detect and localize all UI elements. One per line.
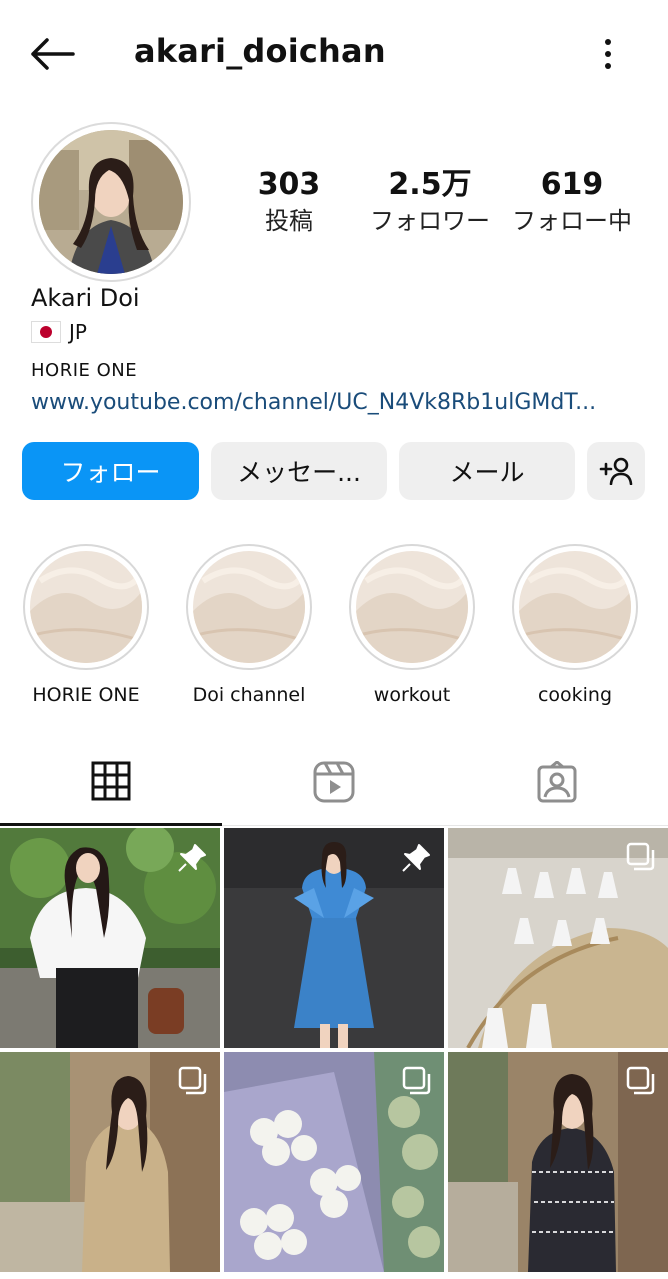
- highlight-label: Doi channel: [192, 684, 306, 706]
- post-thumbnail[interactable]: [224, 828, 444, 1048]
- stat-followers[interactable]: 2.5万 フォロワー: [365, 166, 495, 238]
- highlight-workout[interactable]: workout: [347, 544, 477, 706]
- more-vertical-icon: [605, 39, 611, 69]
- bio-link[interactable]: www.youtube.com/channel/UC_N4Vk8Rb1ulGMd…: [31, 390, 641, 415]
- follow-button[interactable]: フォロー: [22, 442, 199, 500]
- posts-label: 投稿: [265, 207, 313, 235]
- highlight-horie-one[interactable]: HORIE ONE: [21, 544, 151, 706]
- following-count: 619: [540, 167, 604, 202]
- highlight-cover: [512, 544, 638, 670]
- post-thumbnail[interactable]: [448, 828, 668, 1048]
- followers-count: 2.5万: [388, 167, 472, 202]
- post-thumbnail[interactable]: [0, 1052, 220, 1272]
- highlight-label: workout: [373, 684, 451, 706]
- highlight-cooking[interactable]: cooking: [510, 544, 640, 706]
- country-row: JP: [31, 320, 87, 344]
- grid-icon: [91, 761, 131, 800]
- display-name: Akari Doi: [31, 284, 140, 312]
- highlight-doi-channel[interactable]: Doi channel: [184, 544, 314, 706]
- profile-avatar[interactable]: [31, 122, 191, 282]
- tab-reels[interactable]: [223, 738, 445, 826]
- reels-icon: [313, 761, 355, 803]
- top-bar: akari_doichan: [0, 0, 668, 108]
- stat-posts[interactable]: 303 投稿: [239, 166, 339, 238]
- japan-flag-icon: [31, 321, 61, 343]
- country-code: JP: [69, 320, 87, 344]
- highlight-cover: [23, 544, 149, 670]
- followers-label: フォロワー: [370, 207, 490, 235]
- bio-category: HORIE ONE: [31, 360, 138, 381]
- mail-button[interactable]: メール: [399, 442, 575, 500]
- add-user-icon: [599, 457, 633, 485]
- back-button[interactable]: [26, 30, 78, 78]
- post-thumbnail[interactable]: [0, 828, 220, 1048]
- more-options-button[interactable]: [590, 34, 626, 74]
- following-label: フォロー中: [512, 207, 632, 235]
- profile-username: akari_doichan: [134, 32, 386, 70]
- profile-tabs: [0, 738, 668, 826]
- pin-icon: [178, 844, 206, 872]
- carousel-icon: [402, 1066, 431, 1095]
- stat-following[interactable]: 619 フォロー中: [507, 166, 637, 238]
- carousel-icon: [626, 1066, 655, 1095]
- post-thumbnail[interactable]: [448, 1052, 668, 1272]
- highlight-label: cooking: [537, 684, 613, 706]
- avatar-image: [39, 130, 183, 274]
- pin-icon: [402, 844, 430, 872]
- arrow-left-icon: [31, 38, 75, 70]
- tab-posts-grid[interactable]: [0, 738, 222, 826]
- message-button[interactable]: メッセー...: [211, 442, 387, 500]
- highlight-label: HORIE ONE: [32, 684, 140, 706]
- highlight-cover: [349, 544, 475, 670]
- posts-count: 303: [257, 167, 321, 202]
- post-thumbnail[interactable]: [224, 1052, 444, 1272]
- tab-tagged[interactable]: [446, 738, 668, 826]
- highlight-cover: [186, 544, 312, 670]
- carousel-icon: [626, 842, 655, 871]
- tagged-icon: [537, 761, 577, 803]
- add-user-button[interactable]: [587, 442, 645, 500]
- carousel-icon: [178, 1066, 207, 1095]
